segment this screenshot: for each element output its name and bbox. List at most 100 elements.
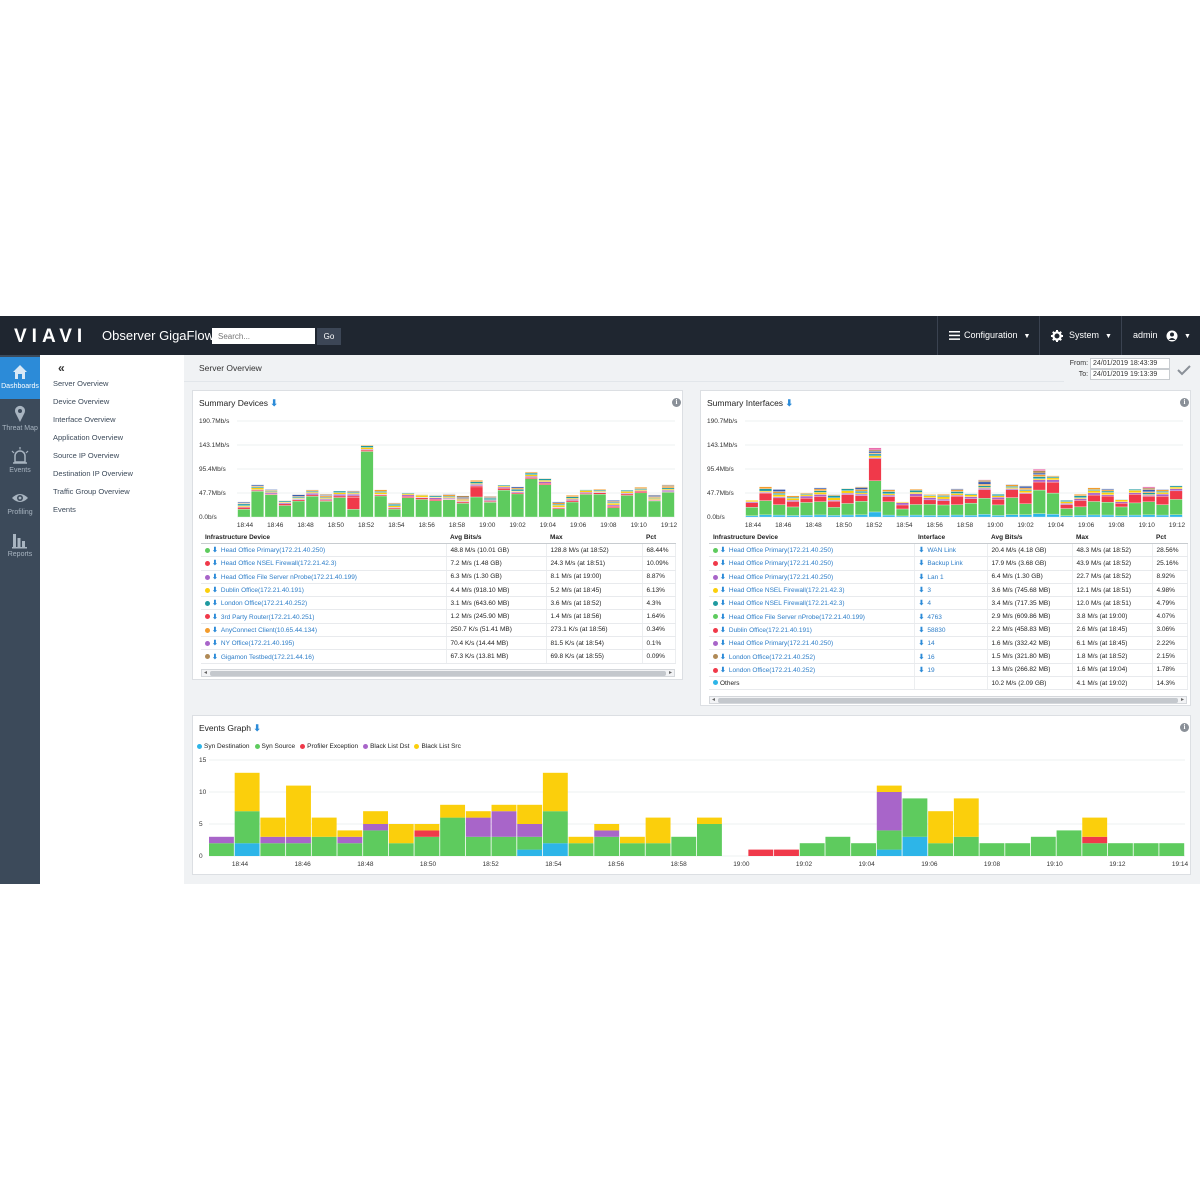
interface-cell[interactable]: ⬇ 3	[914, 583, 988, 598]
interface-cell[interactable]: ⬇ 19	[914, 663, 988, 677]
sidebar-item-profiling[interactable]: Profiling	[0, 483, 40, 525]
device-link[interactable]: Dublin Office(172.21.40.191)	[729, 627, 812, 634]
device-link[interactable]: Head Office File Server nProbe(172.21.40…	[221, 574, 357, 581]
go-button[interactable]: Go	[317, 328, 341, 345]
interface-cell[interactable]: ⬇ Lan 1	[914, 570, 988, 584]
device-cell[interactable]: ⬇ Head Office File Server nProbe(172.21.4…	[709, 609, 915, 624]
drilldown-icon[interactable]: ⬇	[919, 614, 925, 621]
download-icon[interactable]: ⬇	[785, 398, 793, 408]
configuration-menu[interactable]: Configuration ▼	[949, 316, 1030, 355]
device-link[interactable]: Gigamon Testbed(172.21.44.16)	[221, 654, 314, 661]
drilldown-icon[interactable]: ⬇	[919, 574, 925, 581]
table-row[interactable]: Others 10.2 M/s (2.09 GB) 4.1 M/s (at 19:0…	[709, 676, 1188, 691]
device-link[interactable]: London Office(172.21.40.252)	[729, 667, 815, 674]
table-row[interactable]: ⬇ Dublin Office(172.21.40.191) ⬇ 58830 2.2 M…	[709, 623, 1188, 638]
drilldown-icon[interactable]: ⬇	[212, 614, 218, 621]
table-row[interactable]: ⬇ Head Office NSEL Firewall(172.21.42.3) 7…	[201, 556, 676, 571]
legend-item[interactable]: Black List Dst	[363, 743, 409, 750]
device-cell[interactable]: ⬇ London Office(172.21.40.252)	[709, 663, 915, 677]
drilldown-icon[interactable]: ⬇	[720, 547, 726, 554]
device-link[interactable]: London Office(172.21.40.252)	[221, 600, 307, 607]
device-cell[interactable]: Others	[709, 676, 915, 691]
interface-cell[interactable]: ⬇ Backup Link	[914, 556, 988, 571]
device-cell[interactable]: ⬇ NY Office(172.21.40.195)	[201, 636, 447, 651]
table-row[interactable]: ⬇ Head Office Primary(172.21.40.250) ⬇ Lan …	[709, 570, 1188, 584]
interface-link[interactable]: 16	[927, 654, 934, 661]
device-link[interactable]: Head Office NSEL Firewall(172.21.42.3)	[729, 587, 845, 594]
column-header[interactable]: Max	[1072, 531, 1152, 544]
system-menu[interactable]: System ▼	[1051, 316, 1112, 355]
table-row[interactable]: ⬇ Head Office Primary(172.21.40.250) ⬇ 14 1.…	[709, 636, 1188, 651]
interface-cell[interactable]: ⬇ 58830	[914, 623, 988, 638]
interface-link[interactable]: Lan 1	[927, 574, 943, 581]
drilldown-icon[interactable]: ⬇	[212, 560, 218, 567]
subnav-item-device-overview[interactable]: Device Overview	[53, 397, 109, 406]
device-cell[interactable]: ⬇ 3rd Party Router(172.21.40.251)	[201, 609, 447, 624]
drilldown-icon[interactable]: ⬇	[720, 587, 726, 594]
device-link[interactable]: Dublin Office(172.21.40.191)	[221, 587, 304, 594]
interface-link[interactable]: 4	[927, 600, 931, 607]
interface-cell[interactable]: ⬇ 16	[914, 649, 988, 664]
drilldown-icon[interactable]: ⬇	[212, 600, 218, 607]
drilldown-icon[interactable]: ⬇	[212, 587, 218, 594]
drilldown-icon[interactable]: ⬇	[720, 667, 726, 674]
device-link[interactable]: Head Office NSEL Firewall(172.21.42.3)	[221, 560, 337, 567]
device-link[interactable]: NY Office(172.21.40.195)	[221, 640, 294, 647]
interface-cell[interactable]: ⬇ WAN Link	[914, 543, 988, 558]
device-cell[interactable]: ⬇ London Office(172.21.40.252)	[709, 649, 915, 664]
column-header[interactable]: Avg Bits/s	[987, 531, 1072, 544]
interface-cell[interactable]: ⬇ 4	[914, 596, 988, 611]
device-cell[interactable]: ⬇ London Office(172.21.40.252)	[201, 596, 447, 611]
table-row[interactable]: ⬇ London Office(172.21.40.252) 3.1 M/s (64…	[201, 596, 676, 611]
device-link[interactable]: Head Office NSEL Firewall(172.21.42.3)	[729, 600, 845, 607]
info-icon[interactable]: i	[1180, 398, 1189, 407]
scroll-right-icon[interactable]: ▸	[669, 669, 672, 676]
device-cell[interactable]: ⬇ Head Office NSEL Firewall(172.21.42.3)	[709, 596, 915, 611]
horizontal-scrollbar[interactable]: ◂ ▸	[709, 696, 1187, 704]
table-row[interactable]: ⬇ Head Office Primary(172.21.40.250) 48.8 …	[201, 543, 676, 558]
device-link[interactable]: Head Office Primary(172.21.40.250)	[729, 560, 833, 567]
device-link[interactable]: Head Office Primary(172.21.40.250)	[729, 574, 833, 581]
info-icon[interactable]: i	[672, 398, 681, 407]
device-link[interactable]: AnyConnect Client(10.65.44.134)	[221, 627, 317, 634]
sidebar-item-reports[interactable]: Reports	[0, 525, 40, 567]
table-row[interactable]: ⬇ 3rd Party Router(172.21.40.251) 1.2 M/s …	[201, 609, 676, 624]
column-header[interactable]: Avg Bits/s	[446, 531, 546, 544]
to-date-input[interactable]: 24/01/2019 19:13:39	[1090, 369, 1170, 380]
table-row[interactable]: ⬇ Head Office File Server nProbe(172.21.4…	[201, 570, 676, 584]
column-header[interactable]: Infrastructure Device	[201, 531, 446, 544]
device-cell[interactable]: ⬇ AnyConnect Client(10.65.44.134)	[201, 623, 447, 638]
table-row[interactable]: ⬇ Head Office NSEL Firewall(172.21.42.3) ⬇…	[709, 596, 1188, 611]
device-link[interactable]: London Office(172.21.40.252)	[729, 654, 815, 661]
table-row[interactable]: ⬇ London Office(172.21.40.252) ⬇ 19 1.3 M/s …	[709, 663, 1188, 677]
interface-link[interactable]: 14	[927, 640, 934, 647]
interface-link[interactable]: 3	[927, 587, 931, 594]
column-header[interactable]: Pct	[1152, 531, 1187, 544]
table-row[interactable]: ⬇ Gigamon Testbed(172.21.44.16) 67.3 K/s (…	[201, 649, 676, 664]
drilldown-icon[interactable]: ⬇	[212, 574, 218, 581]
subnav-item-interface-overview[interactable]: Interface Overview	[53, 415, 116, 424]
column-header[interactable]: Pct	[642, 531, 675, 544]
subnav-item-server-overview[interactable]: Server Overview	[53, 379, 108, 388]
column-header[interactable]: Infrastructure Device	[709, 531, 914, 544]
device-link[interactable]: Head Office File Server nProbe(172.21.40…	[729, 614, 865, 621]
drilldown-icon[interactable]: ⬇	[919, 627, 925, 634]
column-header[interactable]: Interface	[914, 531, 987, 544]
drilldown-icon[interactable]: ⬇	[720, 654, 726, 661]
horizontal-scrollbar[interactable]: ◂ ▸	[201, 669, 675, 677]
device-cell[interactable]: ⬇ Gigamon Testbed(172.21.44.16)	[201, 649, 447, 664]
drilldown-icon[interactable]: ⬇	[919, 587, 925, 594]
subnav-item-destination-ip-overview[interactable]: Destination IP Overview	[53, 469, 133, 478]
viavi-logo[interactable]: VIAVI	[14, 326, 87, 348]
sidebar-item-dashboards[interactable]: Dashboards	[0, 357, 40, 399]
scroll-left-icon[interactable]: ◂	[204, 669, 207, 676]
device-cell[interactable]: ⬇ Dublin Office(172.21.40.191)	[709, 623, 915, 638]
table-row[interactable]: ⬇ NY Office(172.21.40.195) 70.4 K/s (14.44…	[201, 636, 676, 651]
search-input[interactable]	[212, 328, 315, 344]
drilldown-icon[interactable]: ⬇	[212, 627, 218, 634]
table-row[interactable]: ⬇ Head Office File Server nProbe(172.21.4…	[709, 609, 1188, 624]
table-row[interactable]: ⬇ Dublin Office(172.21.40.191) 4.4 M/s (91…	[201, 583, 676, 598]
interface-link[interactable]: 19	[927, 667, 934, 674]
drilldown-icon[interactable]: ⬇	[919, 547, 925, 554]
device-cell[interactable]: ⬇ Head Office NSEL Firewall(172.21.42.3)	[201, 556, 447, 571]
